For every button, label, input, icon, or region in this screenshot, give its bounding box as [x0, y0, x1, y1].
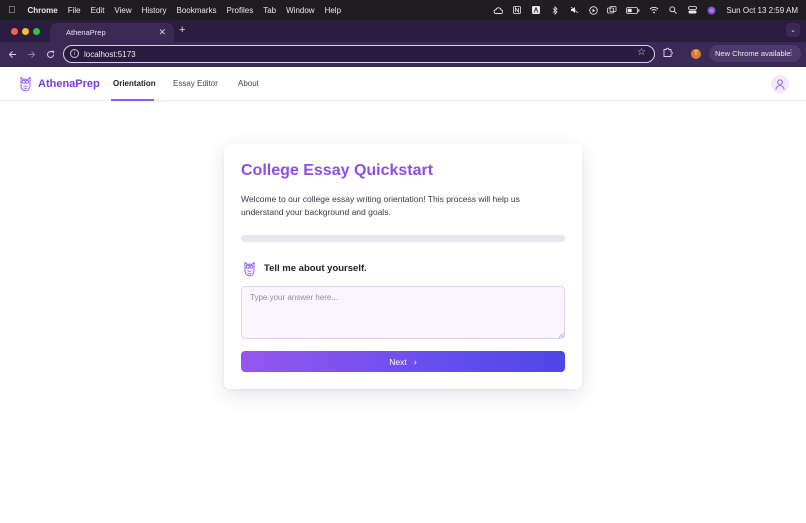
chevron-right-icon: ›	[413, 356, 417, 367]
owl-logo-icon	[20, 76, 31, 92]
active-nav-indicator	[111, 99, 154, 101]
status-area: Sun Oct 13 2:59 AM	[484, 0, 798, 20]
browser-tab-title: AthenaPrep	[66, 28, 106, 37]
tab-close-icon[interactable]: ✕	[158, 27, 166, 38]
resize-grip-icon[interactable]	[558, 332, 564, 338]
address-bar[interactable]: i localhost:5173 ☆	[63, 45, 655, 63]
card-intro: Welcome to our college essay writing ori…	[241, 194, 520, 217]
brand-logo-link[interactable]: AthenaPrep	[19, 75, 100, 92]
menu-bookmarks[interactable]: Bookmarks	[177, 6, 217, 15]
progress-bar	[241, 235, 565, 242]
apple-icon[interactable]: 	[8, 5, 16, 16]
n-box-icon[interactable]	[512, 6, 522, 14]
back-arrow-icon[interactable]	[5, 47, 19, 61]
window-minimize-button[interactable]	[22, 28, 29, 35]
nav-about[interactable]: About	[238, 79, 259, 88]
chrome-update-button[interactable]: New Chrome available ⋮	[709, 45, 801, 62]
next-label: Next	[389, 356, 407, 367]
profile-avatar[interactable]: T	[691, 49, 701, 59]
tab-search-chevron-icon[interactable]: ⌄	[786, 23, 800, 37]
nav-orientation[interactable]: Orientation	[113, 79, 156, 88]
macos-menubar:  Chrome File Edit View History Bookmark…	[0, 0, 806, 20]
app-header: AthenaPrep Orientation Essay Editor Abou…	[0, 67, 806, 101]
siri-icon[interactable]	[706, 6, 716, 14]
user-icon	[775, 78, 785, 90]
brand-name: AthenaPrep	[38, 77, 100, 90]
control-center-icon[interactable]	[687, 6, 697, 14]
new-tab-plus-icon[interactable]: +	[179, 24, 185, 36]
nav-essay-editor[interactable]: Essay Editor	[173, 79, 218, 88]
menu-edit[interactable]: Edit	[91, 6, 105, 15]
screens-icon[interactable]	[607, 6, 617, 14]
owl-icon	[244, 261, 255, 277]
play-icon[interactable]	[588, 5, 598, 15]
reload-icon[interactable]	[43, 47, 57, 61]
a-box-icon[interactable]	[531, 6, 541, 14]
menu-tab[interactable]: Tab	[263, 6, 276, 15]
browser-tabstrip: AthenaPrep ✕	[0, 20, 806, 42]
menu-history[interactable]: History	[142, 6, 167, 15]
menu-file[interactable]: File	[68, 6, 81, 15]
question-text: Tell me about yourself.	[264, 263, 367, 274]
menu-app-name[interactable]: Chrome	[28, 6, 58, 15]
extensions-puzzle-icon[interactable]	[662, 46, 674, 58]
window-close-button[interactable]	[11, 28, 18, 35]
next-button[interactable]: Next ›	[241, 351, 565, 372]
cloud-icon[interactable]	[493, 6, 504, 14]
search-icon[interactable]	[668, 6, 678, 14]
menu-view[interactable]: View	[114, 6, 131, 15]
update-label: New Chrome available	[715, 49, 791, 58]
address-url: localhost:5173	[84, 49, 136, 59]
menu-help[interactable]: Help	[325, 6, 341, 15]
mute-icon[interactable]	[569, 6, 579, 14]
site-info-icon[interactable]: i	[70, 49, 79, 58]
user-menu-button[interactable]	[771, 75, 789, 93]
menu-profiles[interactable]: Profiles	[227, 6, 254, 15]
card-title: College Essay Quickstart	[241, 162, 434, 179]
forward-arrow-icon[interactable]	[24, 47, 38, 61]
more-menu-icon[interactable]: ⋮	[787, 48, 795, 57]
question-row: Tell me about yourself.	[243, 260, 367, 277]
menubar-clock[interactable]: Sun Oct 13 2:59 AM	[726, 6, 798, 15]
menu-window[interactable]: Window	[286, 6, 314, 15]
browser-tab-active[interactable]: AthenaPrep ✕	[50, 23, 174, 42]
battery-icon[interactable]	[626, 6, 640, 14]
bookmark-star-icon[interactable]: ☆	[637, 47, 646, 58]
quickstart-card: College Essay Quickstart Welcome to our …	[224, 144, 582, 389]
answer-textarea[interactable]	[241, 286, 565, 339]
bluetooth-icon[interactable]	[550, 5, 560, 15]
wifi-icon[interactable]	[649, 6, 659, 14]
window-zoom-button[interactable]	[33, 28, 40, 35]
